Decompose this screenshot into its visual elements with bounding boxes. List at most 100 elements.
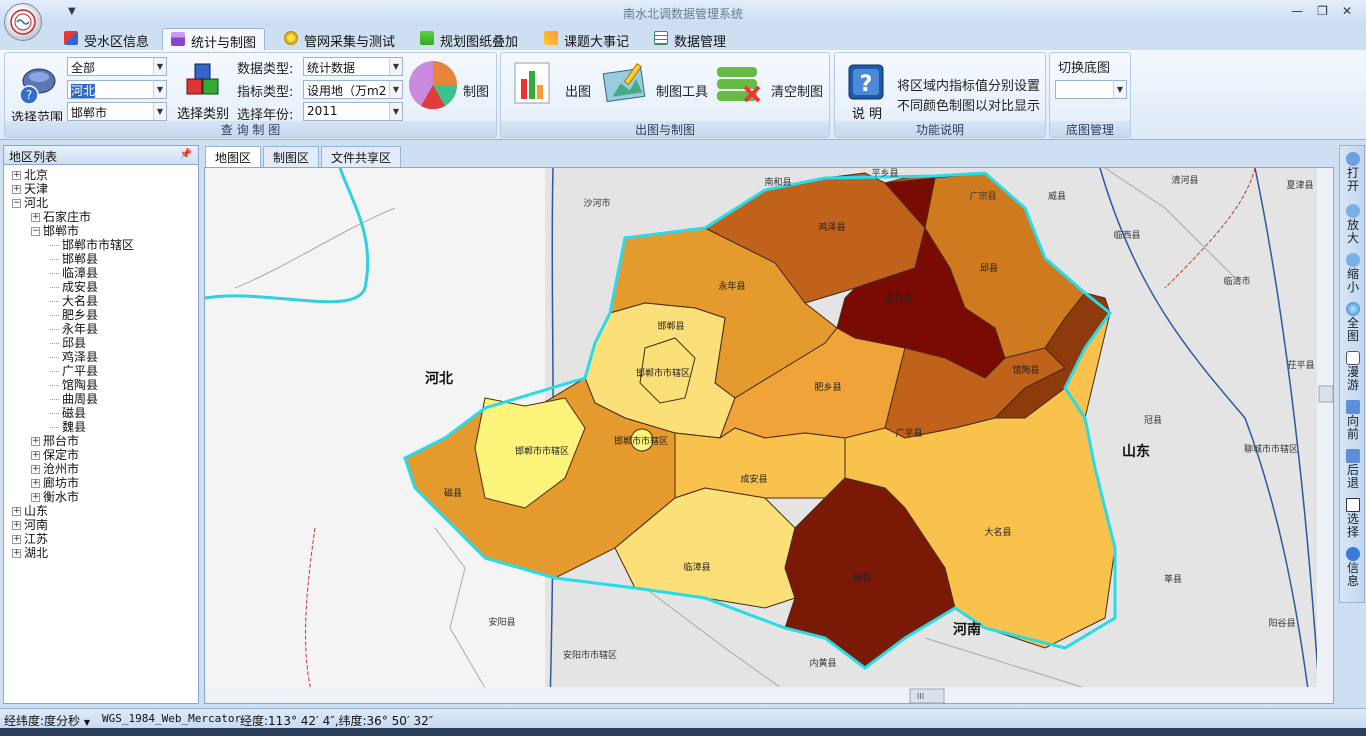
tree-node[interactable]: 磁县: [50, 406, 86, 420]
tree-node[interactable]: + 山东: [12, 504, 48, 518]
chevron-down-icon: ▼: [389, 58, 402, 75]
select-button[interactable]: 选择: [1342, 498, 1364, 539]
draw-label[interactable]: 制图: [463, 81, 489, 100]
print-label[interactable]: 出图: [565, 81, 591, 100]
expand-icon[interactable]: +: [31, 492, 40, 502]
tree-node[interactable]: 永年县: [50, 322, 98, 336]
map-svg[interactable]: 河北 山东 河南 鸡泽县 曲周县 邱县 永年县 邯郸县 邯郸市市辖区 肥乡县 广…: [205, 168, 1334, 704]
tree-node[interactable]: 鸡泽县: [50, 350, 98, 364]
data-type-combo[interactable]: 统计数据 ▼: [303, 57, 403, 76]
tree-node[interactable]: 邯郸市市辖区: [50, 238, 134, 252]
tree-node[interactable]: 临漳县: [50, 266, 98, 280]
pan-button[interactable]: 漫游: [1342, 351, 1364, 392]
tree-node[interactable]: 成安县: [50, 280, 98, 294]
tree-node[interactable]: 肥乡县: [50, 308, 98, 322]
tab-water-area-info[interactable]: 受水区信息: [56, 28, 157, 50]
tree-node[interactable]: 大名县: [50, 294, 98, 308]
output-group: 出图 制图工具 清空制图 出图与制图: [500, 52, 830, 138]
close-icon[interactable]: ✕: [1342, 4, 1352, 18]
forward-button[interactable]: 向前: [1342, 400, 1364, 441]
tree-node[interactable]: 曲周县: [50, 392, 98, 406]
context-label: 安阳县: [488, 616, 515, 628]
tree-node[interactable]: 广平县: [50, 364, 98, 378]
tab-pipe-network[interactable]: 管网采集与测试: [276, 28, 403, 50]
map-tabs: 地图区 制图区 文件共享区: [205, 146, 403, 168]
tree-node[interactable]: 魏县: [50, 420, 86, 434]
expand-icon[interactable]: +: [31, 464, 40, 474]
expand-icon[interactable]: +: [12, 520, 21, 530]
province-combo[interactable]: 河北 ▼: [67, 80, 167, 99]
tab-statistics-mapping[interactable]: 统计与制图: [162, 28, 266, 51]
collapse-icon[interactable]: −: [31, 226, 40, 236]
svg-text:?: ?: [860, 72, 873, 97]
info-button[interactable]: 信息: [1342, 547, 1364, 588]
tree-node[interactable]: − 邯郸市: [31, 224, 79, 238]
tree-node-label: 临漳县: [62, 266, 99, 280]
district-label: 魏县: [853, 572, 871, 584]
context-label: 南和县: [764, 176, 791, 188]
help-button[interactable]: ? 说 明: [839, 61, 895, 122]
tree-node[interactable]: + 湖北: [12, 546, 48, 560]
expand-icon[interactable]: +: [12, 548, 21, 558]
zoom-in-button[interactable]: 放大: [1342, 204, 1364, 245]
expand-icon[interactable]: +: [12, 184, 21, 194]
tree-node[interactable]: + 廊坊市: [31, 476, 79, 490]
tree-node[interactable]: + 衡水市: [31, 490, 79, 504]
restore-icon[interactable]: ❐: [1317, 4, 1328, 18]
svg-text:?: ?: [26, 88, 32, 102]
tree-node[interactable]: + 河南: [12, 518, 48, 532]
back-button[interactable]: 后退: [1342, 449, 1364, 490]
expand-icon[interactable]: +: [31, 436, 40, 446]
index-type-combo[interactable]: 设用地（万m2 ▼: [303, 80, 403, 99]
tree-node-label: 鸡泽县: [62, 350, 99, 364]
city-combo[interactable]: 邯郸市 ▼: [67, 102, 167, 121]
app-logo[interactable]: [4, 3, 42, 41]
tab-mapping-area[interactable]: 制图区: [263, 146, 320, 168]
tree-node[interactable]: + 北京: [12, 168, 48, 182]
scope-combo[interactable]: 全部 ▼: [67, 57, 167, 76]
print-map-button[interactable]: [513, 61, 553, 108]
tools-label[interactable]: 制图工具: [656, 81, 708, 100]
tab-map-area[interactable]: 地图区: [205, 146, 262, 168]
full-extent-button[interactable]: 全图: [1342, 302, 1364, 343]
open-button[interactable]: 打开: [1342, 152, 1364, 193]
tree-node[interactable]: + 邢台市: [31, 434, 79, 448]
tree-node[interactable]: + 江苏: [12, 532, 48, 546]
map-tools-button[interactable]: [601, 61, 651, 108]
select-category-button[interactable]: 选择类别: [175, 61, 231, 122]
tree-node[interactable]: − 河北: [12, 196, 48, 210]
tree-node[interactable]: + 沧州市: [31, 462, 79, 476]
expand-icon[interactable]: +: [31, 450, 40, 460]
clear-label[interactable]: 清空制图: [771, 81, 823, 100]
year-combo[interactable]: 2011 ▼: [303, 102, 403, 121]
expand-icon[interactable]: +: [31, 212, 40, 222]
coord-format-dropdown[interactable]: 经纬度:度分秒 ▼: [4, 712, 90, 729]
tree-node[interactable]: 邱县: [50, 336, 86, 350]
basemap-combo[interactable]: ▼: [1055, 80, 1127, 99]
tree-node[interactable]: 邯郸县: [50, 252, 98, 266]
expand-icon[interactable]: +: [12, 506, 21, 516]
tree-node[interactable]: + 天津: [12, 182, 48, 196]
district-label: 大名县: [984, 526, 1011, 538]
tree-line: [50, 426, 59, 428]
chevron-down-icon: ▼: [153, 58, 166, 75]
pin-icon[interactable]: 📌: [180, 149, 192, 160]
tree-node[interactable]: + 石家庄市: [31, 210, 91, 224]
expand-icon[interactable]: +: [31, 478, 40, 488]
tab-file-share[interactable]: 文件共享区: [321, 146, 402, 168]
tree-node[interactable]: 馆陶县: [50, 378, 98, 392]
collapse-icon[interactable]: −: [12, 198, 21, 208]
draw-button[interactable]: [407, 59, 459, 114]
minimize-icon[interactable]: —: [1291, 4, 1303, 18]
tree-line: [50, 286, 59, 288]
clear-map-button[interactable]: [715, 65, 765, 108]
tab-events[interactable]: 课题大事记: [536, 28, 637, 50]
select-range-button[interactable]: ? 选择范围: [9, 63, 65, 126]
expand-icon[interactable]: +: [12, 170, 21, 180]
map-canvas[interactable]: 河北 山东 河南 鸡泽县 曲周县 邱县 永年县 邯郸县 邯郸市市辖区 肥乡县 广…: [204, 167, 1334, 704]
expand-icon[interactable]: +: [12, 534, 21, 544]
tree-node[interactable]: + 保定市: [31, 448, 79, 462]
tab-data-management[interactable]: 数据管理: [646, 28, 734, 50]
zoom-out-button[interactable]: 缩小: [1342, 253, 1364, 294]
tab-plan-overlay[interactable]: 规划图纸叠加: [412, 28, 526, 50]
